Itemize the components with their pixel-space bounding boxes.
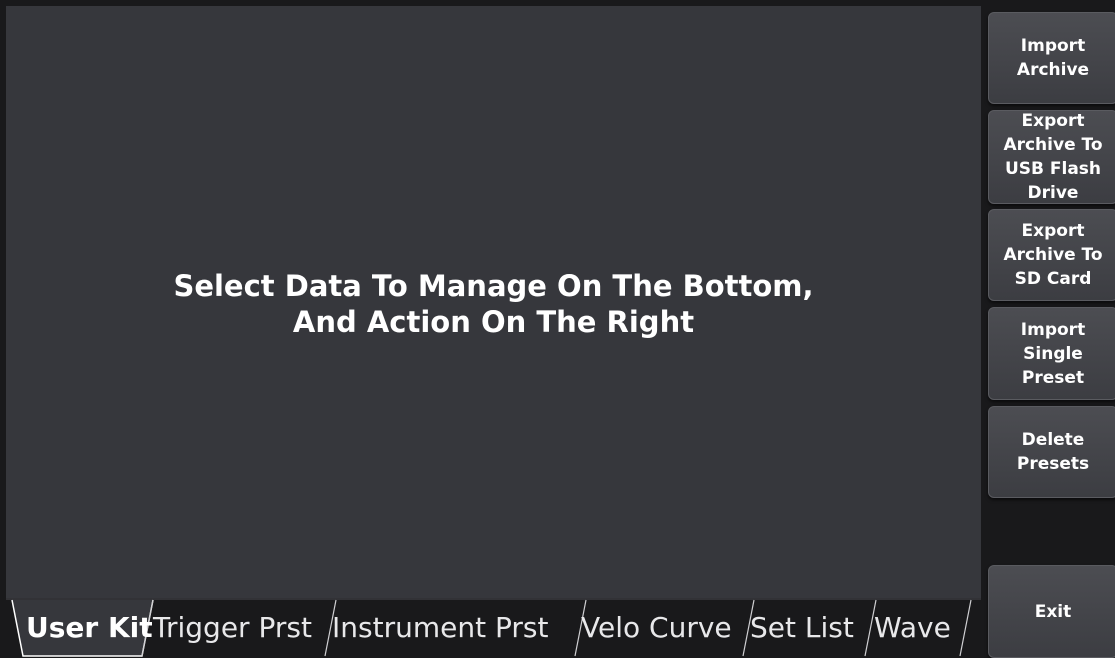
button-label-line: Import xyxy=(1020,319,1086,340)
button-label-line: Presets xyxy=(1016,454,1090,474)
button-label-line: Drive xyxy=(1027,183,1079,203)
tab-velo-curve[interactable]: Velo Curve xyxy=(581,598,732,656)
import-single-preset-button[interactable]: Import Single Preset xyxy=(988,307,1115,400)
tab-instrument-prst[interactable]: Instrument Prst xyxy=(332,598,548,656)
button-label-line: Export xyxy=(1021,221,1085,241)
main-panel: Select Data To Manage On The Bottom, And… xyxy=(6,6,981,598)
instruction-line-2: And Action On The Right xyxy=(292,305,695,339)
data-type-tab-bar: User Kit Trigger Prst Instrument Prst Ve… xyxy=(6,598,981,658)
import-archive-button[interactable]: Import Archive xyxy=(988,12,1115,104)
exit-button-label: Exit xyxy=(1034,601,1072,622)
tab-set-list[interactable]: Set List xyxy=(750,598,854,656)
button-label-line: SD Card xyxy=(1014,269,1092,289)
export-archive-sd-button[interactable]: Export Archive To SD Card xyxy=(988,209,1115,301)
instruction-line-1: Select Data To Manage On The Bottom, xyxy=(173,269,814,303)
instruction-message: Select Data To Manage On The Bottom, And… xyxy=(6,268,981,340)
button-label-line: Archive xyxy=(1016,60,1090,80)
tab-wave[interactable]: Wave xyxy=(874,598,951,656)
button-label-line: USB Flash xyxy=(1004,159,1102,179)
button-label-line: Delete xyxy=(1021,430,1085,450)
button-label-line: Preset xyxy=(1021,367,1085,388)
tab-separator xyxy=(959,599,972,657)
exit-button[interactable]: Exit xyxy=(988,565,1115,658)
button-label-line: Archive To xyxy=(1003,135,1103,155)
button-label-line: Archive To xyxy=(1003,245,1103,265)
export-archive-usb-button[interactable]: Export Archive To USB Flash Drive xyxy=(988,110,1115,204)
button-label-line: Single xyxy=(1023,343,1083,364)
button-label-line: Import xyxy=(1020,36,1086,56)
delete-presets-button[interactable]: Delete Presets xyxy=(988,406,1115,498)
tab-trigger-prst[interactable]: Trigger Prst xyxy=(153,598,312,656)
action-sidebar: Import Archive Export Archive To USB Fla… xyxy=(988,0,1115,658)
button-label-line: Export xyxy=(1021,111,1085,131)
tab-user-kit[interactable]: User Kit xyxy=(26,598,153,656)
